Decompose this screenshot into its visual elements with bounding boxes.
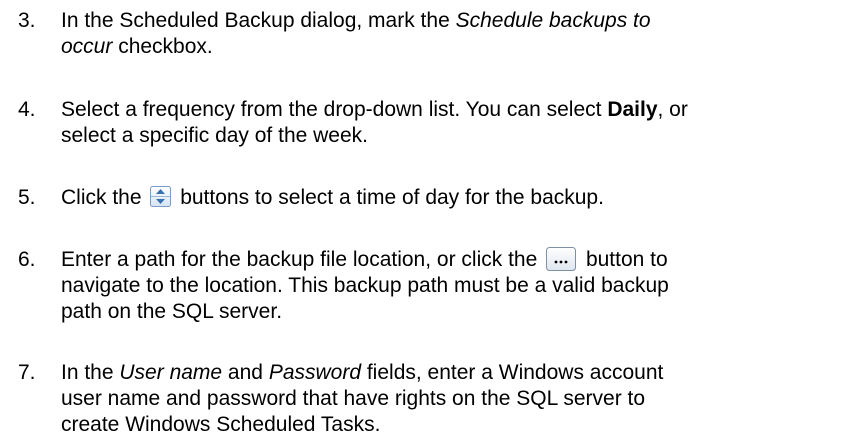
step-text: In the Scheduled Backup dialog, mark the… [61,8,851,60]
text-run: path on the SQL server. [61,300,283,323]
step-number: 7. [18,361,36,384]
field-name: User name [119,361,223,384]
text-run: navigate to the location. This backup pa… [61,274,669,297]
step-number: 5. [18,186,36,209]
spin-arrows-icon [150,186,172,207]
step-line: navigate to the location. This backup pa… [61,273,851,299]
field-name: Password [268,361,362,384]
step-text: In the User name and Password fields, en… [61,360,851,438]
step-line: Select a frequency from the drop-down li… [61,97,851,123]
text-run: buttons to select a time of day for the … [174,186,604,209]
step-line: user name and password that have rights … [61,386,851,412]
text-run: checkbox. [112,35,213,58]
text-run: In the [61,361,120,384]
step-line: occur checkbox. [61,34,851,60]
step-line: path on the SQL server. [61,299,851,325]
text-run: button to [580,248,668,271]
step-number: 3. [18,9,36,32]
option-name: Daily [607,98,658,121]
text-run: Click the [61,186,148,209]
step-line: In the User name and Password fields, en… [61,360,851,386]
text-run: user name and password that have rights … [61,387,646,410]
step-text: Enter a path for the backup file locatio… [61,247,851,325]
step-number: 4. [18,98,36,121]
browse-ellipsis-icon [546,247,577,271]
step-line: Enter a path for the backup file locatio… [61,247,851,273]
text-run: Select a frequency from the drop-down li… [61,98,608,121]
text-run: select a specific day of the week. [61,124,368,147]
step-line: Click the buttons to select a time of da… [61,185,851,211]
step-number: 6. [18,248,36,271]
step-line: create Windows Scheduled Tasks. [61,412,851,438]
step-text: Select a frequency from the drop-down li… [61,97,851,149]
text-run: create Windows Scheduled Tasks. [61,413,381,436]
step-text: Click the buttons to select a time of da… [61,185,851,211]
field-name: occur [61,35,113,58]
step-line: select a specific day of the week. [61,123,851,149]
text-run: Enter a path for the backup file locatio… [61,248,544,271]
step-line: In the Scheduled Backup dialog, mark the… [61,8,851,34]
text-run: In the Scheduled Backup dialog, mark the [61,9,456,32]
field-name: Schedule backups to [455,9,651,32]
text-run: fields, enter a Windows account [361,361,664,384]
text-run: , or [657,98,688,121]
text-run: and [222,361,269,384]
